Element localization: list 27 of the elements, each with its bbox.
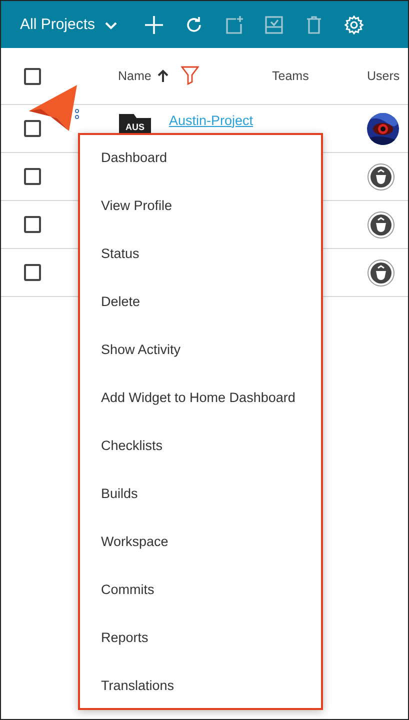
menu-item[interactable]: View Profile xyxy=(80,183,321,231)
column-header[interactable]: Teams xyxy=(272,69,309,83)
menu-item[interactable]: Status xyxy=(80,231,321,279)
menu-item[interactable]: Workspace xyxy=(80,519,321,567)
menu-item[interactable]: Reports xyxy=(80,615,321,663)
column-header[interactable]: Name xyxy=(118,69,152,83)
checkbox[interactable] xyxy=(24,264,41,281)
settings-icon[interactable] xyxy=(344,14,364,34)
more-options-icon[interactable] xyxy=(75,108,79,118)
menu-item[interactable]: Commits xyxy=(80,567,321,615)
column-header[interactable]: Users xyxy=(367,69,400,83)
checkbox[interactable] xyxy=(24,168,41,185)
menu-item[interactable]: Builds xyxy=(80,471,321,519)
filter-icon[interactable] xyxy=(181,66,200,86)
checkbox[interactable] xyxy=(24,68,41,84)
add-icon[interactable] xyxy=(144,14,164,34)
pointer-arrow-icon xyxy=(27,85,79,133)
refresh-icon[interactable] xyxy=(184,14,204,34)
menu-item[interactable]: Translations xyxy=(80,663,321,711)
menu-item[interactable]: Show Activity xyxy=(80,327,321,375)
sort-ascending-icon[interactable] xyxy=(157,69,170,83)
checkbox[interactable] xyxy=(24,120,41,137)
menu-item[interactable]: Checklists xyxy=(80,423,321,471)
menu-item[interactable]: Add Widget to Home Dashboard xyxy=(80,375,321,423)
menu-item[interactable]: Delete xyxy=(80,279,321,327)
checkbox[interactable] xyxy=(24,216,41,233)
project-selector[interactable]: All Projects xyxy=(1,16,144,33)
